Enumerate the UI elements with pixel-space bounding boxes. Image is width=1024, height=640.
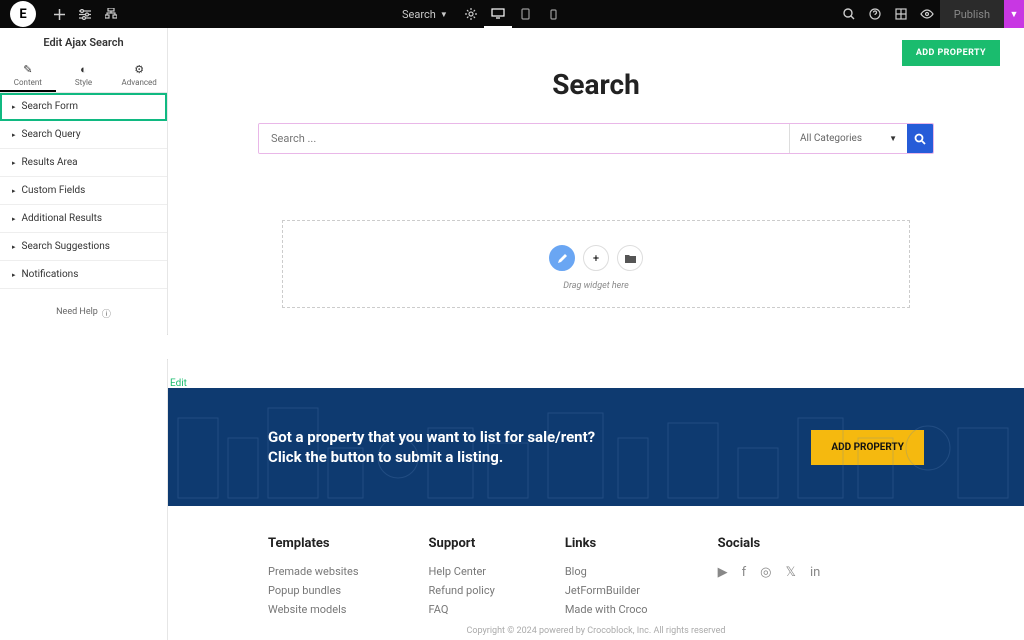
edit-section-button[interactable] <box>549 245 575 271</box>
city-skyline-decoration <box>168 388 1024 506</box>
section-search-query[interactable]: ▸Search Query <box>0 121 167 149</box>
device-desktop[interactable] <box>484 0 512 28</box>
panel-title: Edit Ajax Search <box>0 28 167 57</box>
caret-right-icon: ▸ <box>12 187 16 195</box>
search-input[interactable] <box>259 124 789 153</box>
panel-tabs: ✎Content ◐Style ⚙Advanced <box>0 57 167 93</box>
section-notifications[interactable]: ▸Notifications <box>0 261 167 289</box>
search-submit-button[interactable] <box>907 124 933 153</box>
topbar-mid: Search ▼ <box>392 0 568 28</box>
help-circle-icon: ⓘ <box>102 307 111 320</box>
publish-options-toggle[interactable]: ▼ <box>1004 0 1024 28</box>
caret-right-icon: ▸ <box>12 159 16 167</box>
tab-content[interactable]: ✎Content <box>0 57 56 92</box>
elementor-logo[interactable]: E <box>10 1 36 27</box>
section-search-suggestions[interactable]: ▸Search Suggestions <box>0 233 167 261</box>
page-settings-icon[interactable] <box>458 0 484 28</box>
help-icon[interactable] <box>862 0 888 28</box>
footer-link[interactable]: Help Center <box>429 565 495 578</box>
gear-icon: ⚙ <box>111 63 167 76</box>
folder-icon <box>625 254 636 263</box>
add-icon[interactable] <box>46 0 72 28</box>
page-title: Search <box>168 28 1024 123</box>
need-help-link[interactable]: Need Helpⓘ <box>0 289 167 338</box>
editor-panel: Edit Ajax Search ✎Content ◐Style ⚙Advanc… <box>0 28 168 640</box>
footer-heading: Templates <box>268 536 359 551</box>
add-property-header-button[interactable]: ADD PROPERTY <box>902 40 1000 66</box>
topbar: E Search ▼ Publish ▼ <box>0 0 1024 28</box>
settings-sliders-icon[interactable] <box>72 0 98 28</box>
pencil-icon <box>557 253 568 264</box>
ajax-search-widget: All Categories ▼ <box>258 123 934 154</box>
page-search-dropdown[interactable]: Search ▼ <box>392 0 458 28</box>
structure-icon[interactable] <box>98 0 124 28</box>
search-icon <box>914 133 926 145</box>
drop-zone-actions: + <box>283 245 909 271</box>
footer-copyright: Copyright © 2024 powered by Crocoblock, … <box>168 622 1024 640</box>
caret-right-icon: ▸ <box>12 243 16 251</box>
preview-canvas: ADD PROPERTY Search All Categories ▼ + D… <box>168 28 1024 640</box>
footer-link[interactable]: JetFormBuilder <box>565 584 648 597</box>
section-search-form[interactable]: ▸Search Form <box>0 93 167 121</box>
footer-link[interactable]: FAQ <box>429 603 495 616</box>
chevron-down-icon: ▼ <box>889 134 897 143</box>
footer-heading: Support <box>429 536 495 551</box>
footer-link[interactable]: Blog <box>565 565 648 578</box>
twitter-icon[interactable]: 𝕏 <box>785 565 795 580</box>
footer-col-templates: Templates Premade websites Popup bundles… <box>268 536 359 622</box>
whats-new-icon[interactable] <box>888 0 914 28</box>
categories-select[interactable]: All Categories ▼ <box>789 124 907 153</box>
caret-right-icon: ▸ <box>12 271 16 279</box>
footer-link[interactable]: Website models <box>268 603 359 616</box>
page-search-label: Search <box>402 8 436 21</box>
caret-right-icon: ▸ <box>12 131 16 139</box>
drop-zone-hint: Drag widget here <box>283 281 909 291</box>
plus-icon: + <box>593 252 599 265</box>
tab-advanced[interactable]: ⚙Advanced <box>111 57 167 92</box>
instagram-icon[interactable]: ◎ <box>760 565 771 580</box>
cta-banner: Got a property that you want to list for… <box>168 388 1024 506</box>
footer-link[interactable]: Refund policy <box>429 584 495 597</box>
footer-col-socials: Socials ▶ f ◎ 𝕏 in <box>718 536 821 622</box>
widget-drop-zone[interactable]: + Drag widget here <box>282 220 910 308</box>
section-results-area[interactable]: ▸Results Area <box>0 149 167 177</box>
chevron-down-icon: ▼ <box>440 10 448 19</box>
section-custom-fields[interactable]: ▸Custom Fields <box>0 177 167 205</box>
topbar-left: E <box>0 0 124 28</box>
publish-button[interactable]: Publish <box>940 0 1004 28</box>
device-tablet[interactable] <box>512 0 540 28</box>
footer-heading: Socials <box>718 536 821 551</box>
style-icon: ◐ <box>56 63 112 76</box>
finder-search-icon[interactable] <box>836 0 862 28</box>
topbar-right: Publish ▼ <box>836 0 1024 28</box>
footer-heading: Links <box>565 536 648 551</box>
footer-link[interactable]: Popup bundles <box>268 584 359 597</box>
facebook-icon[interactable]: f <box>742 565 747 580</box>
template-library-button[interactable] <box>617 245 643 271</box>
footer-link[interactable]: Made with Croco <box>565 603 648 616</box>
device-mobile[interactable] <box>540 0 568 28</box>
linkedin-icon[interactable]: in <box>810 565 820 580</box>
section-additional-results[interactable]: ▸Additional Results <box>0 205 167 233</box>
caret-right-icon: ▸ <box>12 103 16 111</box>
footer-col-links: Links Blog JetFormBuilder Made with Croc… <box>565 536 648 622</box>
caret-right-icon: ▸ <box>12 215 16 223</box>
site-footer: Templates Premade websites Popup bundles… <box>168 506 1024 622</box>
footer-link[interactable]: Premade websites <box>268 565 359 578</box>
youtube-icon[interactable]: ▶ <box>718 565 728 580</box>
add-widget-button[interactable]: + <box>583 245 609 271</box>
preview-icon[interactable] <box>914 0 940 28</box>
tab-style[interactable]: ◐Style <box>56 57 112 92</box>
pencil-icon: ✎ <box>0 63 56 76</box>
footer-col-support: Support Help Center Refund policy FAQ <box>429 536 495 622</box>
